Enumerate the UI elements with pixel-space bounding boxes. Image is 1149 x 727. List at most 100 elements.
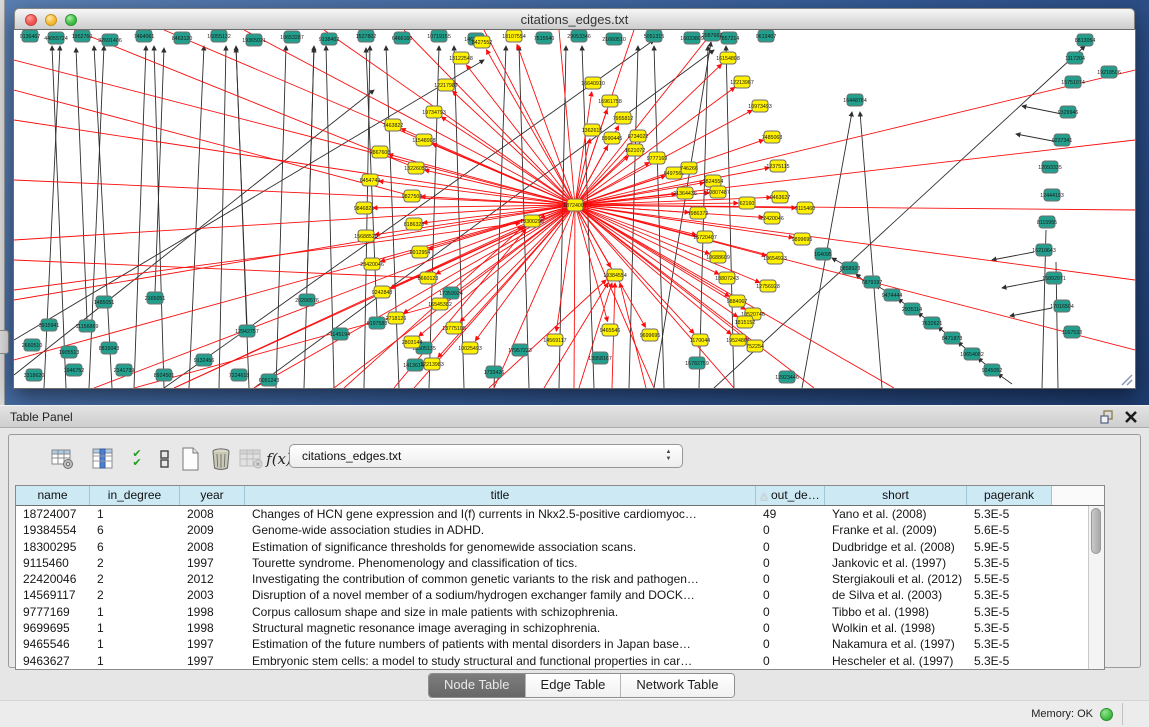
graph-node[interactable]: 1485051 (94, 296, 115, 308)
graph-node[interactable]: 2141739 (114, 364, 135, 376)
graph-node[interactable]: 15688520 (354, 230, 378, 242)
graph-node[interactable]: 16782759 (685, 357, 709, 369)
graph-node[interactable]: 9699695 (640, 329, 661, 341)
resize-grip-icon[interactable] (1119, 372, 1133, 386)
graph-node[interactable]: 10688609 (706, 251, 730, 263)
graph-node[interactable]: 17016504 (1050, 300, 1074, 312)
delete-table-button[interactable] (237, 445, 265, 473)
graph-node[interactable]: 2165051 (145, 292, 166, 304)
graph-node[interactable]: 8924501 (154, 369, 175, 381)
graph-node[interactable]: 7485063 (762, 131, 783, 143)
graph-node[interactable]: 8912954 (410, 246, 431, 258)
graph-node[interactable]: 9465546 (600, 324, 621, 336)
graph-node[interactable]: 9329946 (1058, 106, 1079, 118)
graph-node[interactable]: 18300295 (520, 215, 544, 227)
graph-node[interactable]: 16448784 (843, 94, 867, 106)
graph-node[interactable]: 5051315 (644, 30, 665, 42)
column-header-pagerank[interactable]: pagerank (967, 486, 1052, 505)
graph-node[interactable]: 12756928 (756, 280, 780, 292)
graph-node[interactable]: 18107554 (502, 30, 526, 42)
close-panel-button[interactable] (1123, 409, 1139, 425)
graph-node[interactable]: 12093335 (1038, 161, 1062, 173)
graph-node[interactable]: 16640910 (581, 77, 605, 89)
graph-node[interactable]: 1905513 (59, 346, 80, 358)
graph-node[interactable]: 19734793 (422, 106, 446, 118)
column-header-short[interactable]: short (825, 486, 967, 505)
graph-node[interactable]: 2718126 (386, 312, 407, 324)
graph-node[interactable]: 9242848 (372, 286, 393, 298)
table-row[interactable]: 1456911722003Disruption of a novel membe… (16, 587, 1089, 603)
graph-node[interactable]: 12213983 (420, 358, 444, 370)
graph-node[interactable]: 16033809 (680, 32, 704, 44)
column-header-in_degree[interactable]: in_degree (90, 486, 180, 505)
graph-node[interactable]: 10654082 (960, 348, 984, 360)
graph-node[interactable]: 7515540 (534, 32, 555, 44)
graph-node[interactable]: 8471878 (942, 332, 963, 344)
float-panel-button[interactable] (1099, 409, 1115, 425)
graph-node[interactable]: 3318620 (24, 369, 45, 381)
graph-node[interactable]: 2935114 (902, 303, 922, 315)
table-row[interactable]: 969969511998Structural magnetic resonanc… (16, 620, 1089, 636)
table-row[interactable]: 1938455462009Genome-wide association stu… (16, 522, 1089, 538)
graph-node[interactable]: 9613407 (756, 30, 777, 42)
graph-node[interactable]: 13775105 (442, 322, 466, 334)
graph-node[interactable]: 8115955 (1037, 216, 1057, 228)
graph-node[interactable]: 1946752 (64, 364, 85, 376)
graph-node[interactable]: 8813054 (1075, 34, 1096, 46)
network-canvas[interactable]: 9136467440557241952760326914067464061846… (14, 30, 1135, 388)
graph-node[interactable]: 20206576 (295, 294, 319, 306)
select-all-button[interactable]: ✔✔ (123, 445, 151, 473)
graph-node[interactable]: 12942757 (235, 325, 259, 337)
graph-node[interactable]: 8858923 (840, 262, 861, 274)
graph-node[interactable]: 16055132 (207, 30, 231, 42)
table-row[interactable]: 1830029562008Estimation of significance … (16, 539, 1089, 555)
graph-node[interactable]: 7224618 (229, 369, 250, 381)
column-header-title[interactable]: title (245, 486, 756, 505)
graph-node[interactable]: 10653287 (280, 31, 304, 43)
graph-node[interactable]: 12375115 (766, 160, 789, 172)
graph-node[interactable]: 2660510 (22, 339, 43, 351)
graph-node[interactable]: 19654923 (763, 252, 787, 264)
table-row[interactable]: 1872400712008Changes of HCN gene express… (16, 506, 1089, 522)
graph-node[interactable]: 11548908 (412, 134, 435, 146)
graph-node[interactable]: 10025493 (458, 342, 482, 354)
graph-node[interactable]: 6051243 (259, 374, 280, 386)
graph-node[interactable]: 12217987 (434, 79, 458, 91)
graph-node[interactable]: 32691406 (98, 34, 122, 46)
table-select-dropdown[interactable]: citations_edges.txt ▲▼ (289, 444, 683, 468)
graph-node[interactable]: 1733426 (484, 366, 505, 378)
graph-node[interactable]: 19384554 (603, 269, 627, 281)
graph-node[interactable]: 15751074 (1061, 76, 1085, 88)
graph-node[interactable]: 8463120 (172, 32, 193, 44)
graph-node[interactable]: 21660510 (602, 33, 626, 45)
graph-node[interactable]: 752254 (746, 340, 764, 352)
table-row[interactable]: 946554611997Estimation of the future num… (16, 636, 1089, 652)
graph-node[interactable]: 18807243 (715, 272, 739, 284)
scrollbar-thumb[interactable] (1091, 508, 1101, 554)
graph-node[interactable]: 6466160 (392, 32, 413, 44)
graph-node[interactable]: 9197588 (367, 317, 388, 329)
graph-node[interactable]: 19365021 (242, 34, 266, 46)
tab-network-table[interactable]: Network Table (621, 674, 733, 697)
show-columns-button[interactable] (89, 445, 117, 473)
graph-node[interactable]: 1815152 (735, 316, 756, 328)
graph-node[interactable]: 3915941 (39, 319, 60, 331)
graph-node[interactable]: 16961758 (598, 95, 622, 107)
graph-node[interactable]: 11156869 (76, 320, 99, 332)
graph-node[interactable]: 9136467 (20, 30, 41, 42)
graph-node[interactable]: 7463822 (383, 119, 404, 131)
new-column-button[interactable] (177, 445, 205, 473)
graph-node[interactable]: 7986372 (688, 207, 709, 219)
graph-node[interactable]: 9827508 (402, 190, 423, 202)
graph-node[interactable]: 8186328 (404, 218, 425, 230)
graph-node[interactable]: 12444193 (1040, 189, 1064, 201)
tab-node-table[interactable]: Node Table (429, 674, 526, 697)
tab-edge-table[interactable]: Edge Table (526, 674, 622, 697)
graph-node[interactable]: 746266 (680, 162, 698, 174)
graph-node[interactable]: 1527802 (356, 30, 377, 42)
graph-node[interactable]: 8454749 (360, 174, 381, 186)
graph-node[interactable]: 9474444 (882, 289, 903, 301)
graph-node[interactable]: 7464061 (134, 30, 155, 42)
window-titlebar[interactable]: citations_edges.txt (14, 8, 1135, 30)
delete-column-button[interactable] (207, 445, 235, 473)
